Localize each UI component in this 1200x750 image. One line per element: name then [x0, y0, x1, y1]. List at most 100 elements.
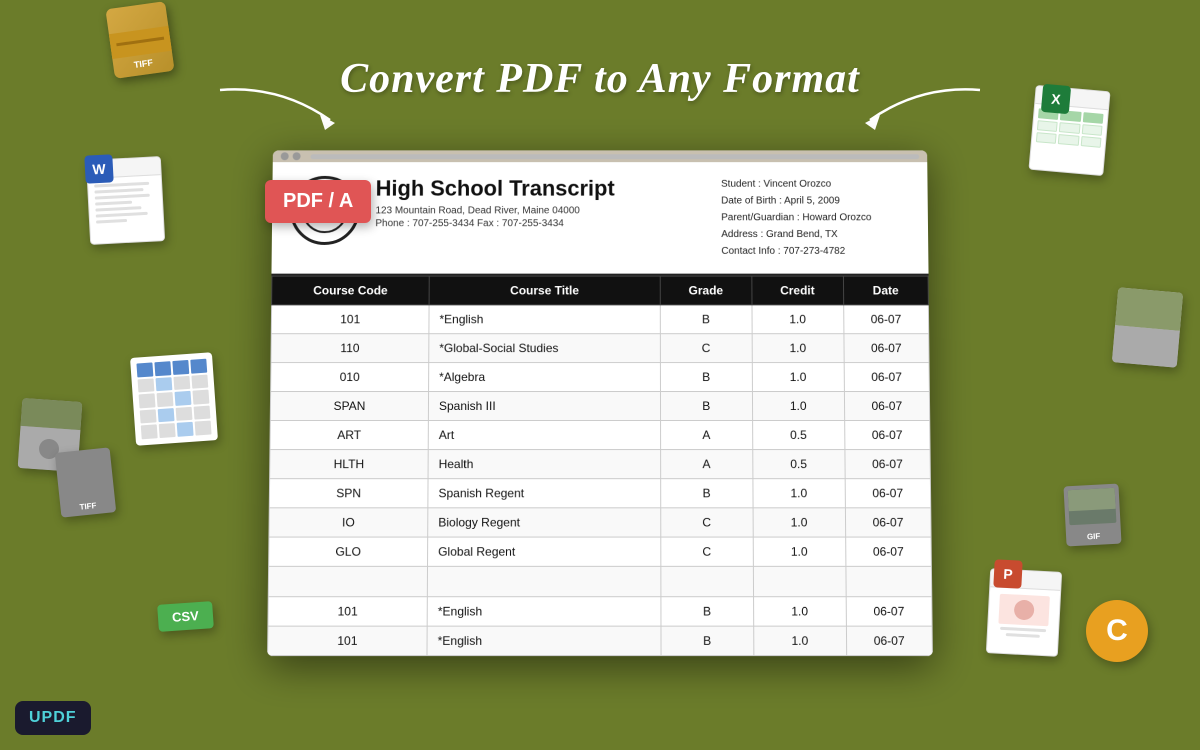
cell-title: Global Regent	[427, 537, 660, 566]
cell-credit: 1.0	[752, 305, 844, 334]
cell-code: IO	[269, 508, 428, 537]
table-row: ART Art A 0.5 06-07	[270, 421, 930, 450]
scroll-dot-1	[281, 152, 289, 160]
doc-address: 123 Mountain Road, Dead River, Maine 040…	[375, 205, 721, 216]
cell-credit: 1.0	[753, 597, 846, 626]
cell-grade: B	[660, 305, 752, 334]
doc-title-section: High School Transcript 123 Mountain Road…	[375, 176, 721, 229]
ppt-badge: P	[993, 559, 1022, 588]
cell-grade: A	[660, 450, 752, 479]
cell-grade: B	[661, 626, 754, 655]
table-row	[268, 566, 932, 596]
gif-label: GIF	[1087, 532, 1101, 542]
table-row: HLTH Health A 0.5 06-07	[270, 450, 931, 479]
student-address: Address : Grand Bend, TX	[721, 226, 910, 243]
cell-credit: 1.0	[753, 508, 845, 537]
csv-badge: CSV	[157, 601, 213, 632]
cell-title: Spanish III	[428, 392, 660, 421]
cell-grade: B	[660, 479, 752, 508]
col-course-title: Course Title	[429, 276, 660, 305]
cell-code: 010	[271, 363, 429, 392]
cell-title: *Global-Social Studies	[429, 334, 660, 363]
cell-grade: B	[661, 597, 754, 626]
cell-date: 06-07	[845, 450, 931, 479]
col-grade: Grade	[660, 276, 752, 305]
cell-credit: 0.5	[752, 421, 844, 450]
cell-date: 06-07	[844, 392, 930, 421]
doc-scroll-bar	[273, 150, 927, 162]
cell-credit: 0.5	[752, 450, 844, 479]
photo-icon-right	[1112, 287, 1183, 367]
col-credit: Credit	[752, 276, 844, 305]
pdf-a-badge: PDF / A	[265, 180, 371, 223]
cell-title: Spanish Regent	[428, 479, 661, 508]
cell-code: 101	[268, 597, 427, 626]
main-title: Convert PDF to Any Format	[0, 55, 1200, 103]
cell-code: GLO	[269, 537, 428, 566]
table-row: IO Biology Regent C 1.0 06-07	[269, 508, 931, 537]
scroll-dot-2	[293, 152, 301, 160]
col-date: Date	[843, 276, 928, 305]
cell-date: 06-07	[846, 597, 932, 626]
cell-credit: 1.0	[752, 392, 844, 421]
table-row: 110 *Global-Social Studies C 1.0 06-07	[271, 334, 929, 363]
gif-icon: GIF	[1063, 484, 1121, 547]
c-lang-badge: C	[1086, 600, 1148, 662]
student-contact: Contact Info : 707-273-4782	[721, 243, 910, 260]
cell-grade: C	[661, 537, 754, 566]
table-row: 101 *English B 1.0 06-07	[268, 597, 932, 626]
cell-date: 06-07	[844, 363, 930, 392]
cell-date: 06-07	[845, 508, 931, 537]
col-course-code: Course Code	[272, 276, 430, 305]
cell-credit: 1.0	[753, 479, 845, 508]
table-row: GLO Global Regent C 1.0 06-07	[269, 537, 932, 566]
tiff-icon-mid: TIFF	[55, 447, 116, 517]
tiff-icon-top: TIFF	[105, 1, 174, 79]
cell-code: SPAN	[270, 392, 428, 421]
transcript-table: Course Code Course Title Grade Credit Da…	[267, 276, 933, 656]
cell-date: 06-07	[846, 626, 932, 655]
cell-date: 06-07	[845, 479, 931, 508]
cell-date: 06-07	[845, 537, 931, 566]
tiff-mid-label: TIFF	[79, 501, 97, 512]
cell-code: SPN	[269, 479, 428, 508]
cell-credit: 1.0	[753, 626, 846, 655]
table-row: SPN Spanish Regent B 1.0 06-07	[269, 479, 930, 508]
arrow-left	[200, 80, 340, 150]
table-row: 101 *English B 1.0 06-07	[268, 626, 933, 655]
student-parent: Parent/Guardian : Howard Orozco	[721, 209, 910, 226]
cell-code: HLTH	[270, 450, 429, 479]
tiff-label: TIFF	[133, 57, 153, 70]
arrow-right	[860, 80, 1000, 150]
cell-grade: B	[660, 392, 752, 421]
cell-date: 06-07	[844, 334, 930, 363]
cell-date: 06-07	[844, 421, 930, 450]
table-row: 101 *English B 1.0 06-07	[271, 305, 928, 334]
cell-code: 101	[268, 626, 428, 655]
cell-credit: 1.0	[752, 334, 844, 363]
table-row: SPAN Spanish III B 1.0 06-07	[270, 392, 929, 421]
cell-title: *Algebra	[429, 363, 661, 392]
cell-title: Health	[428, 450, 660, 479]
cell-title: *English	[429, 305, 660, 334]
doc-phone: Phone : 707-255-3434 Fax : 707-255-3434	[375, 218, 721, 229]
cell-credit: 1.0	[753, 537, 846, 566]
document-container: 📚 ★ ★ ★ High School Transcript 123 Mount…	[267, 150, 933, 656]
cell-grade: B	[660, 363, 752, 392]
word-badge: W	[84, 154, 113, 183]
doc-main-title: High School Transcript	[376, 176, 722, 202]
cell-date: 06-07	[843, 305, 928, 334]
cell-code: 110	[271, 334, 429, 363]
table-header-row: Course Code Course Title Grade Credit Da…	[272, 276, 929, 305]
cell-title: Biology Regent	[428, 508, 661, 537]
cell-title: Art	[428, 421, 660, 450]
doc-student-info: Student : Vincent Orozco Date of Birth :…	[721, 176, 910, 260]
cell-grade: A	[660, 421, 752, 450]
cell-code: ART	[270, 421, 428, 450]
cell-title: *English	[427, 626, 661, 655]
cell-grade: C	[660, 334, 752, 363]
excel-badge: X	[1041, 84, 1071, 114]
cell-grade: C	[660, 508, 752, 537]
cell-code: 101	[271, 305, 429, 334]
table-row: 010 *Algebra B 1.0 06-07	[271, 363, 930, 392]
